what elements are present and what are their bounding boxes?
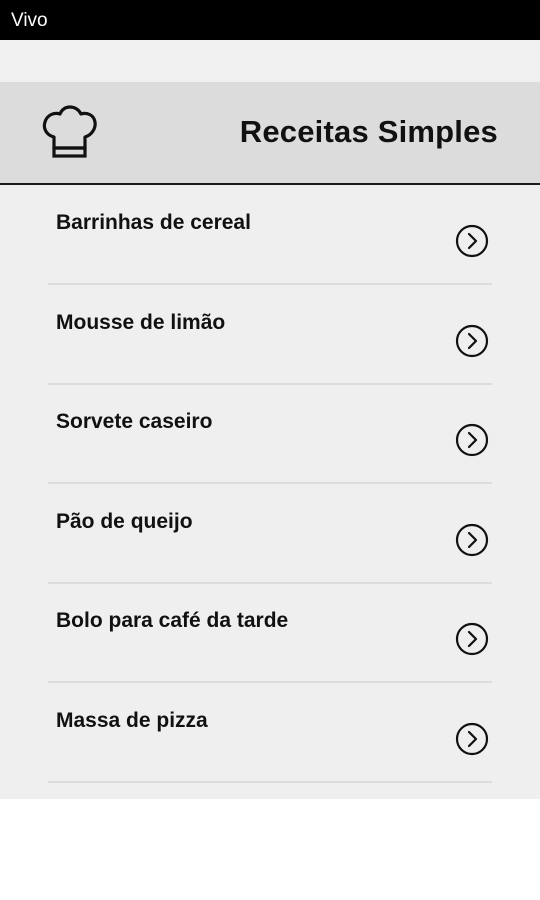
app-header: Receitas Simples: [0, 82, 540, 185]
list-item[interactable]: Bolo para café da tarde: [0, 583, 540, 683]
carrier-name: Vivo: [11, 10, 48, 31]
list-item[interactable]: Mousse de limão: [0, 285, 540, 385]
recipe-label: Mousse de limão: [56, 311, 226, 334]
recipe-list: Barrinhas de cereal Mousse de limão Sorv…: [0, 185, 540, 799]
chevron-right-circle-icon[interactable]: [455, 324, 489, 358]
recipe-label: Massa de pizza: [56, 709, 208, 732]
status-bar: Vivo: [0, 0, 540, 40]
recipe-label: Bolo para café da tarde: [56, 609, 289, 632]
chef-hat-icon: [42, 105, 97, 158]
chevron-right-circle-icon[interactable]: [455, 523, 489, 557]
chevron-right-circle-icon[interactable]: [455, 622, 489, 656]
list-item[interactable]: Massa de pizza: [0, 683, 540, 783]
toolbar-spacer: [0, 40, 540, 82]
recipe-label: Sorvete caseiro: [56, 410, 213, 433]
list-item[interactable]: Barrinhas de cereal: [0, 185, 540, 285]
chevron-right-circle-icon[interactable]: [455, 423, 489, 457]
list-item[interactable]: Pão de queijo: [0, 484, 540, 584]
chevron-right-circle-icon[interactable]: [455, 224, 489, 258]
recipe-label: Barrinhas de cereal: [56, 211, 251, 234]
divider: [48, 781, 492, 783]
list-item[interactable]: Sorvete caseiro: [0, 384, 540, 484]
chevron-right-circle-icon[interactable]: [455, 722, 489, 756]
recipe-label: Pão de queijo: [56, 510, 193, 533]
page-title: Receitas Simples: [239, 114, 498, 149]
